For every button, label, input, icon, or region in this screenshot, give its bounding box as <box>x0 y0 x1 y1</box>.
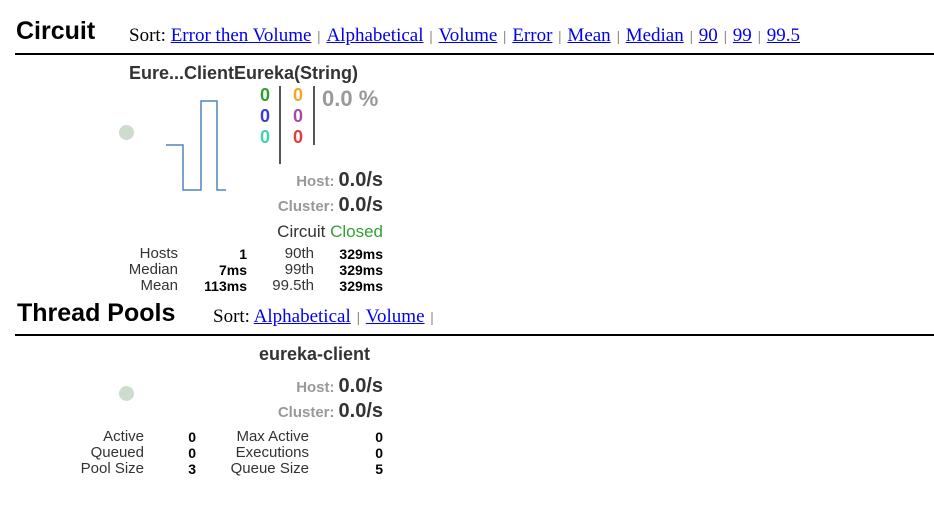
stat-value-90th: 329ms <box>339 246 383 262</box>
sort-label: Sort: <box>129 25 166 46</box>
stat-value-99-5th: 329ms <box>339 278 383 294</box>
stat-value-queued: 0 <box>188 445 196 461</box>
sort-volume[interactable]: Volume <box>439 25 498 46</box>
stat-label-executions: Executions <box>235 444 309 461</box>
cluster-rate-value: 0.0/s <box>338 400 383 422</box>
count-timeout: 0 <box>292 85 303 105</box>
sort-median[interactable]: Median <box>626 25 684 46</box>
sparkline-path <box>166 100 226 191</box>
host-rate-row: Host: 0.0/s <box>296 375 383 398</box>
cluster-rate-row: Cluster: 0.0/s <box>278 400 383 423</box>
host-rate-value: 0.0/s <box>338 169 383 191</box>
cluster-rate-row: Cluster: 0.0/s <box>278 194 383 217</box>
host-rate-label: Host: <box>296 379 335 396</box>
circuit-sort-bar: Sort: Error then Volume | Alphabetical | Vol… <box>129 25 801 46</box>
stat-label-queue-size: Queue Size <box>230 460 309 477</box>
stat-value-active: 0 <box>188 429 196 445</box>
stat-label-90th: 90th <box>284 245 314 262</box>
stat-value-99th: 329ms <box>339 262 383 278</box>
error-divider <box>313 86 315 145</box>
health-indicator-circle <box>119 386 134 401</box>
stat-value-hosts: 1 <box>239 246 247 262</box>
sort-90[interactable]: 90 <box>699 25 718 46</box>
stat-value-pool-size: 3 <box>188 461 196 477</box>
sort-alphabetical[interactable]: Alphabetical <box>254 306 351 327</box>
stat-label-99-5th: 99.5th <box>272 277 314 294</box>
circuit-section-title: Circuit <box>16 17 96 45</box>
sort-label: Sort: <box>213 306 250 327</box>
stat-label-99th: 99th <box>284 261 314 278</box>
counts-divider <box>279 86 281 164</box>
sort-error-then-volume[interactable]: Error then Volume <box>171 25 312 46</box>
stat-label-median: Median <box>128 261 178 278</box>
stat-value-median: 7ms <box>218 262 247 278</box>
stat-value-queue-size: 5 <box>375 461 383 477</box>
stat-label-max-active: Max Active <box>236 428 309 445</box>
stat-label-hosts: Hosts <box>139 245 178 262</box>
circuit-divider <box>15 53 934 55</box>
thread-pools-sort-bar: Sort: Alphabetical | Volume | <box>213 306 434 327</box>
stat-label-active: Active <box>103 428 144 445</box>
sort-volume[interactable]: Volume <box>366 306 425 327</box>
cluster-rate-label: Cluster: <box>277 404 335 421</box>
host-rate-value: 0.0/s <box>338 375 383 397</box>
sort-99[interactable]: 99 <box>733 25 752 46</box>
count-success: 0 <box>259 85 270 105</box>
cluster-rate-value: 0.0/s <box>338 194 383 216</box>
host-rate-row: Host: 0.0/s <box>296 169 383 192</box>
circuit-state-closed: Closed <box>330 222 383 241</box>
thread-pool-name: eureka-client <box>259 344 371 364</box>
sort-alphabetical[interactable]: Alphabetical <box>326 25 423 46</box>
stat-value-executions: 0 <box>375 445 383 461</box>
health-indicator-circle <box>119 125 134 140</box>
circuit-status-label: Circuit <box>277 222 326 241</box>
stat-label-queued: Queued <box>90 444 144 461</box>
sort-mean[interactable]: Mean <box>567 25 610 46</box>
thread-pools-section-title: Thread Pools <box>17 299 176 327</box>
stat-value-mean: 113ms <box>204 278 247 294</box>
thread-pools-divider <box>15 334 934 336</box>
sort-99-5[interactable]: 99.5 <box>767 25 800 46</box>
error-percentage: 0.0 % <box>322 86 379 111</box>
request-rate-sparkline <box>166 100 226 191</box>
count-rejected: 0 <box>292 106 303 126</box>
sort-error[interactable]: Error <box>512 25 552 46</box>
cluster-rate-label: Cluster: <box>277 198 335 215</box>
circuit-name: Eure...ClientEureka(String) <box>129 63 359 83</box>
count-bad-request: 0 <box>259 127 270 147</box>
stat-label-pool-size: Pool Size <box>80 460 144 477</box>
host-rate-label: Host: <box>296 173 335 190</box>
stat-label-mean: Mean <box>140 277 178 294</box>
stat-value-max-active: 0 <box>375 429 383 445</box>
count-short-circuited: 0 <box>259 106 270 126</box>
circuit-status: Circuit Closed <box>277 222 383 242</box>
count-failure: 0 <box>292 127 303 147</box>
